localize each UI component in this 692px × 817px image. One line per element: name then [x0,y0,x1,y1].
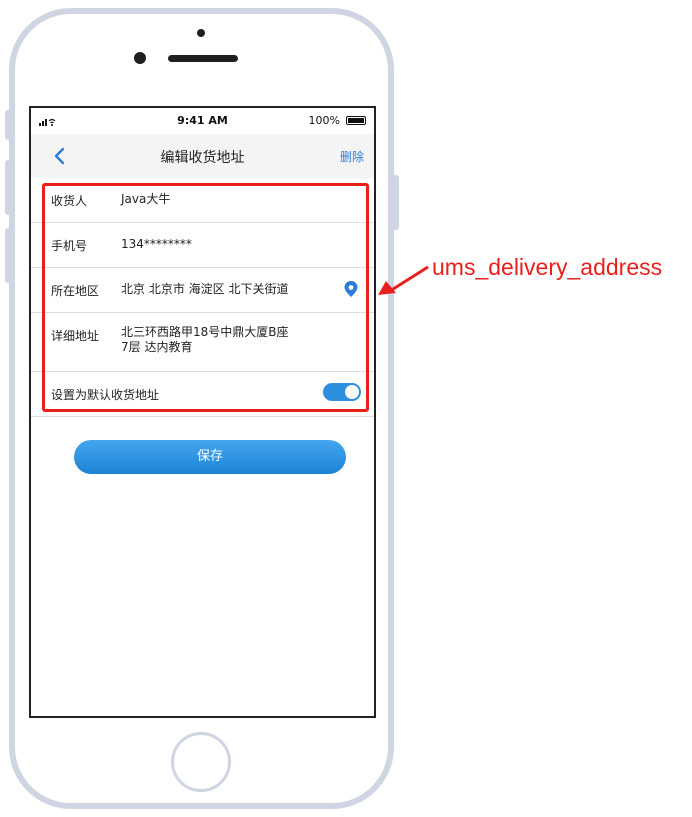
delete-button[interactable]: 删除 [340,148,364,165]
front-sensor [197,29,205,37]
status-bar: 9:41 AM 100% [31,108,374,134]
volume-up-button [5,160,12,215]
power-button [392,175,399,230]
annotation-label: ums_delivery_address [432,254,663,280]
save-button[interactable]: 保存 [74,440,346,474]
battery-icon [346,116,366,125]
page-title: 编辑收货地址 [160,150,245,166]
front-camera [134,52,146,64]
annotation-highlight-box [42,183,369,412]
battery-percent: 100% [308,114,340,127]
nav-bar: 编辑收货地址 删除 [31,134,374,178]
annotation-arrow-icon [378,265,429,295]
home-button[interactable] [171,732,231,792]
volume-down-button [5,228,12,283]
earpiece-speaker [168,55,238,62]
mute-switch [5,110,12,140]
